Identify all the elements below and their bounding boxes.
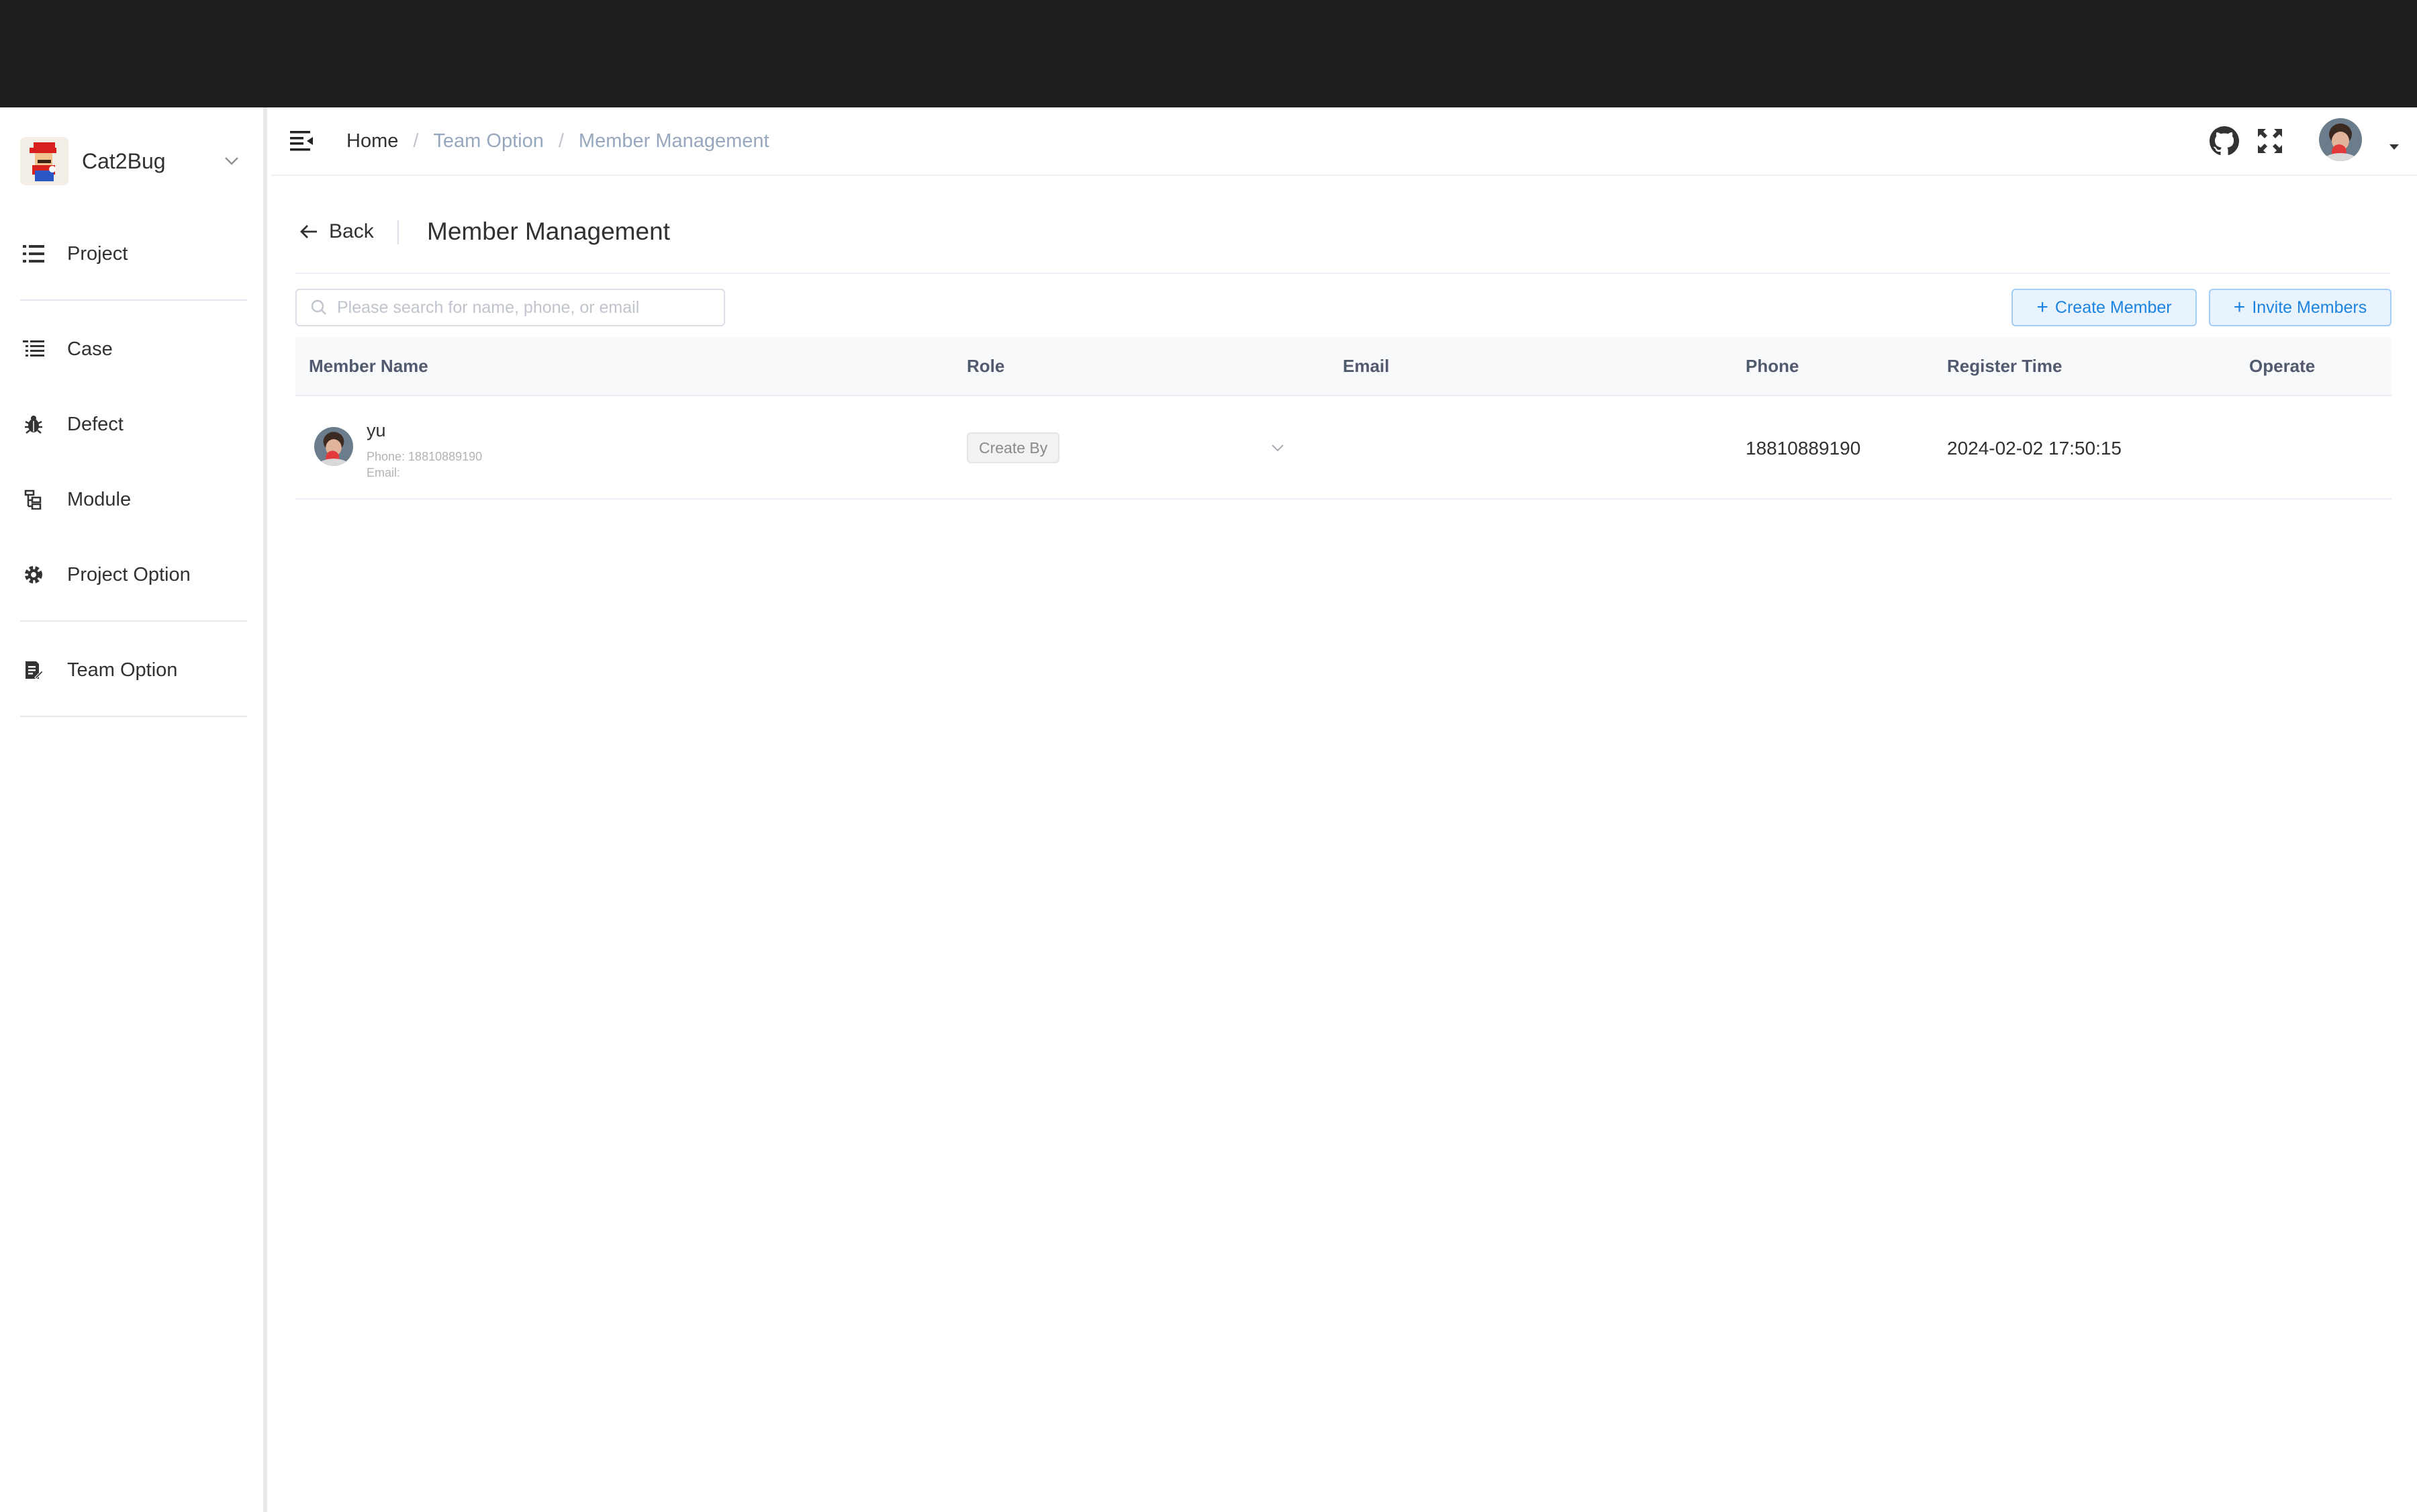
case-list-icon [20,336,47,363]
sidebar-item-module[interactable]: Module [20,475,248,524]
plus-icon: + [2036,296,2048,318]
github-icon[interactable] [2210,126,2239,156]
member-phone: 18810889190 [1746,438,1861,459]
column-header-role: Role [967,356,1005,376]
sidebar-item-label: Project [67,242,128,265]
page-title: Member Management [427,218,670,245]
member-avatar [314,427,353,466]
invite-members-label: Invite Members [2252,297,2367,317]
column-header-register-time: Register Time [1947,356,2063,376]
sidebar-item-label: Project Option [67,563,191,585]
collapse-menu-icon[interactable] [289,129,316,153]
module-tree-icon [20,486,47,513]
table-row: yu Phone: 18810889190 Email: Create By 1… [295,396,2391,500]
table-header: Member Name Role Email Phone Register Ti… [295,337,2391,396]
list-icon [20,240,47,267]
sidebar-item-label: Team Option [67,659,178,681]
member-name: yu [367,420,386,440]
fullscreen-icon[interactable] [2255,126,2285,156]
bug-icon [20,411,47,438]
avatar-image-icon [2319,118,2362,161]
top-black-bar [0,0,2417,107]
breadcrumb-home[interactable]: Home [346,130,398,152]
role-select[interactable]: Create By [967,432,1060,463]
back-label: Back [329,220,374,242]
search-box[interactable] [295,289,725,326]
create-member-button[interactable]: + Create Member [2011,289,2197,326]
navbar: Home / Team Option / Member Management [271,107,2417,176]
chevron-down-icon[interactable] [1269,439,1286,457]
breadcrumb-team-option[interactable]: Team Option [433,130,543,152]
arrow-left-icon [300,225,317,238]
breadcrumb-separator: / [558,130,564,152]
avatar-image-icon [314,427,353,466]
team-name: Cat2Bug [82,148,166,173]
search-input[interactable] [336,297,724,318]
chevron-down-icon [225,157,238,165]
column-header-member-name: Member Name [309,356,428,376]
invite-members-button[interactable]: + Invite Members [2209,289,2391,326]
back-button[interactable]: Back [298,215,374,248]
member-register-time: 2024-02-02 17:50:15 [1947,438,2122,459]
breadcrumb-separator: / [413,130,419,152]
sidebar-item-team-option[interactable]: Team Option [20,646,248,694]
sidebar-item-label: Defect [67,413,124,435]
member-email-line: Email: [367,466,401,479]
header-divider [397,220,399,244]
team-switcher[interactable]: Cat2Bug [20,134,248,188]
column-header-email: Email [1343,356,1390,376]
create-member-label: Create Member [2054,297,2172,317]
breadcrumb-current: Member Management [578,130,769,152]
user-avatar[interactable] [2319,118,2362,161]
column-header-phone: Phone [1746,356,1799,376]
sidebar-item-project-option[interactable]: Project Option [20,551,248,599]
sidebar-item-label: Case [67,338,113,360]
gear-icon [20,561,47,588]
plus-icon: + [2233,296,2246,318]
sidebar-item-project[interactable]: Project [20,230,248,278]
menu-divider [20,716,247,717]
sidebar-item-case[interactable]: Case [20,325,248,373]
mario-logo-icon [20,137,68,185]
page-header: Back Member Management [295,201,2390,274]
search-icon [311,299,326,315]
member-phone-line: Phone: 18810889190 [367,450,483,463]
sidebar-item-defect[interactable]: Defect [20,400,248,448]
menu-divider [20,620,247,622]
breadcrumb: Home / Team Option / Member Management [346,128,769,154]
caret-down-icon[interactable] [2387,142,2401,152]
main-content: Home / Team Option / Member Management B… [271,107,2417,1512]
members-table: Member Name Role Email Phone Register Ti… [295,337,2391,500]
team-logo [20,137,68,185]
sidebar-item-label: Module [67,488,132,510]
sidebar: Cat2Bug Project Case Defect Module Proje… [0,107,267,1512]
menu-divider [20,299,247,301]
team-doc-icon [20,657,47,683]
column-header-operate: Operate [2249,356,2316,376]
